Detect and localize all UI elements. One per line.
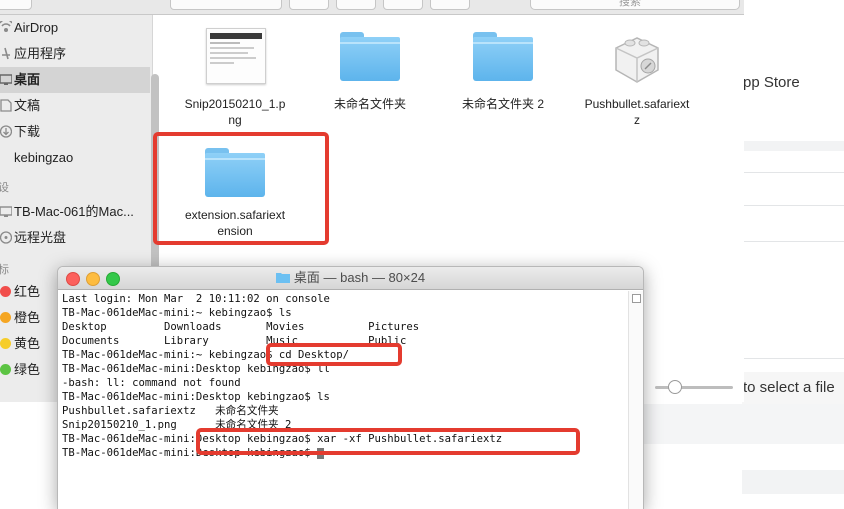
action-button[interactable] (336, 0, 376, 10)
background-band (742, 470, 844, 494)
terminal-line: Last login: Mon Mar 2 10:11:02 on consol… (62, 293, 330, 305)
computer-icon (0, 206, 12, 217)
search-placeholder: 搜索 (619, 0, 641, 8)
file-name: Snip20150210_1.p (184, 97, 286, 111)
file-item[interactable]: 未命名文件夹 2 (438, 28, 568, 128)
terminal-line: Desktop Downloads Movies Pictures (62, 321, 420, 333)
sidebar-item-applications[interactable]: 应用程序 (0, 41, 150, 67)
highlight-box-folder (153, 132, 329, 245)
folder-icon (473, 32, 533, 82)
select-file-label[interactable]: to select a file (743, 379, 835, 396)
background-divider (742, 358, 844, 359)
sidebar-item-home[interactable]: kebingzao (0, 145, 150, 171)
folder-icon (275, 273, 290, 283)
search-input[interactable]: 搜索 (530, 0, 740, 10)
scroll-corner-icon (632, 294, 641, 303)
terminal-line: TB-Mac-061deMac-mini:Desktop kebingzao$ … (62, 391, 330, 403)
desktop-icon (0, 74, 12, 85)
file-name: 未命名文件夹 2 (461, 97, 544, 111)
file-item[interactable]: Pushbullet.safariext z (570, 28, 704, 128)
highlight-box-xar-command (196, 428, 580, 455)
tags-button[interactable] (430, 0, 470, 10)
background-divider (742, 172, 844, 173)
folder-icon (340, 32, 400, 82)
sidebar-item-remote-disc[interactable]: 远程光盘 (0, 225, 150, 251)
file-name-line2: ng (228, 113, 242, 127)
image-thumbnail-icon (206, 28, 266, 84)
file-item[interactable]: 未命名文件夹 (305, 28, 435, 128)
sidebar-item-downloads[interactable]: 下载 (0, 119, 150, 145)
terminal-line: Pushbullet.safariextz 未命名文件夹 (62, 405, 279, 417)
tag-yellow-dot (0, 338, 11, 349)
tag-orange-dot (0, 312, 11, 323)
terminal-scrollbar[interactable] (628, 291, 643, 509)
tags-header: 标 (0, 264, 9, 276)
app-store-label[interactable]: pp Store (743, 74, 800, 91)
sidebar-item-airdrop[interactable]: AirDrop (0, 15, 150, 41)
sidebar-item-computer[interactable]: TB-Mac-061的Mac... (0, 199, 150, 225)
terminal-window: 桌面 — bash — 80×24 Last login: Mon Mar 2 … (57, 266, 644, 509)
documents-icon (0, 99, 12, 112)
highlight-box-cd-command (266, 343, 402, 366)
downloads-icon (0, 125, 12, 138)
terminal-line: -bash: ll: command not found (62, 377, 241, 389)
file-name: Pushbullet.safariext (584, 97, 690, 111)
terminal-line: TB-Mac-061deMac-mini:~ kebingzao$ ls (62, 307, 292, 319)
finder-toolbar: 搜索 (0, 0, 744, 15)
safari-extension-icon (615, 37, 659, 83)
back-button[interactable] (0, 0, 32, 10)
background-band (742, 141, 844, 151)
sidebar-item-documents[interactable]: 文稿 (0, 93, 150, 119)
airdrop-icon (0, 21, 12, 32)
icon-size-slider-track[interactable] (655, 386, 733, 389)
background-divider (742, 241, 844, 242)
background-divider (742, 205, 844, 206)
file-item[interactable]: Snip20150210_1.p ng (170, 28, 300, 128)
devices-header: 设 (0, 182, 9, 194)
sidebar-item-desktop[interactable]: 桌面 (0, 67, 150, 93)
terminal-title: 桌面 — bash — 80×24 (58, 267, 643, 289)
icon-size-slider-knob[interactable] (668, 380, 682, 394)
share-button[interactable] (383, 0, 423, 10)
file-name-line2: z (634, 113, 640, 127)
remote-disc-icon (0, 231, 12, 244)
file-name: 未命名文件夹 (333, 97, 406, 111)
tag-green-dot (0, 364, 11, 375)
arrange-button[interactable] (289, 0, 329, 10)
tag-red-dot (0, 286, 11, 297)
applications-icon (2, 47, 10, 60)
view-mode-buttons[interactable] (170, 0, 282, 10)
background-band (642, 404, 844, 444)
